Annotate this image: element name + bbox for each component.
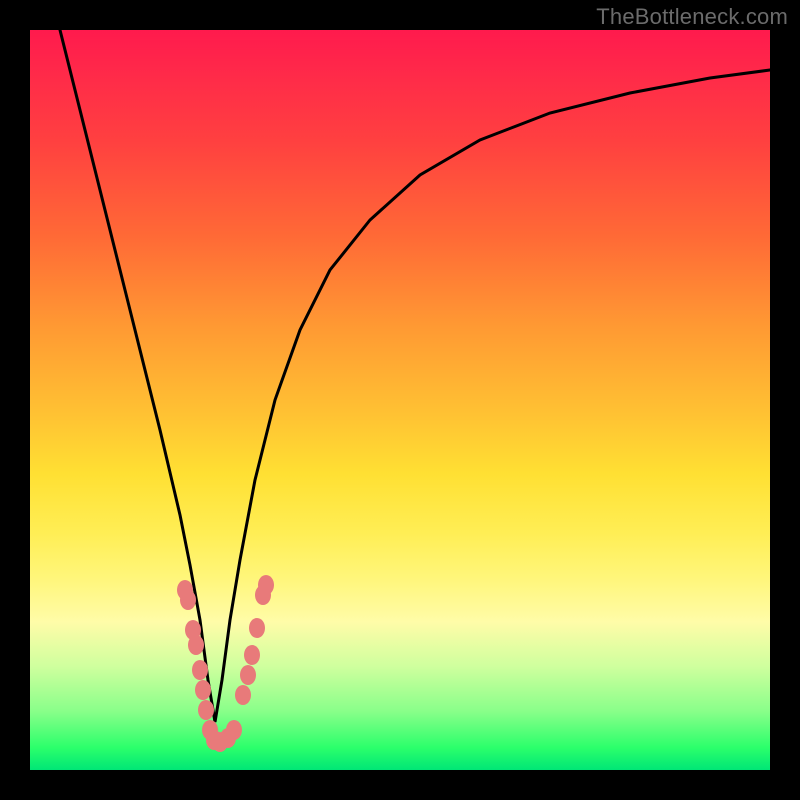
chart-svg (30, 30, 770, 770)
data-dot (249, 618, 265, 638)
data-dots-right (220, 575, 274, 748)
data-dot (188, 635, 204, 655)
data-dot (195, 680, 211, 700)
data-dot (240, 665, 256, 685)
outer-frame: TheBottleneck.com (0, 0, 800, 800)
data-dot (226, 720, 242, 740)
plot-area (30, 30, 770, 770)
data-dot (180, 590, 196, 610)
data-dot (244, 645, 260, 665)
data-dot (258, 575, 274, 595)
data-dot (192, 660, 208, 680)
watermark-text: TheBottleneck.com (596, 4, 788, 30)
data-dots-left (177, 580, 228, 752)
data-dot (198, 700, 214, 720)
bottleneck-curve (60, 30, 770, 722)
data-dot (235, 685, 251, 705)
